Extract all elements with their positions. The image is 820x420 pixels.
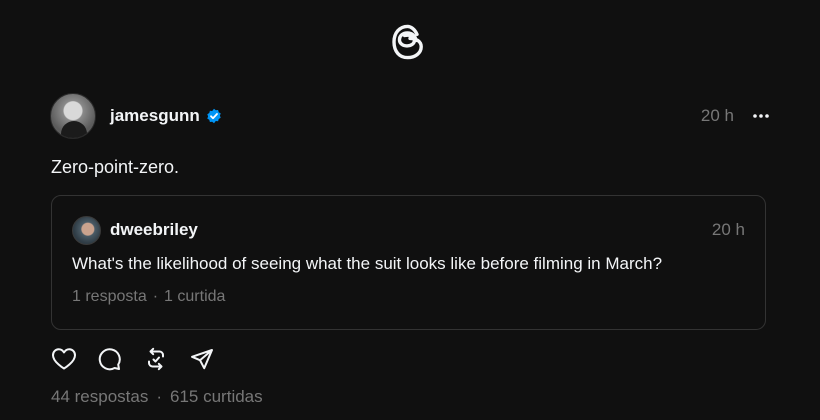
quoted-post-header: dweebriley 20 h: [72, 215, 745, 245]
send-icon[interactable]: [189, 346, 215, 372]
replies-count[interactable]: 44 respostas: [51, 387, 148, 407]
more-horizontal-icon[interactable]: [752, 113, 770, 119]
post-stats: 44 respostas · 615 curtidas: [51, 387, 263, 407]
post-header: jamesgunn 20 h: [50, 92, 770, 140]
verified-badge-icon: [206, 108, 222, 124]
stats-separator: ·: [156, 387, 163, 406]
quoted-post[interactable]: dweebriley 20 h What's the likelihood of…: [51, 195, 766, 330]
quoted-stats-separator: ·: [152, 288, 159, 305]
threads-post-page: jamesgunn 20 h Zero-point-zero. dweebril…: [0, 0, 820, 420]
avatar[interactable]: [50, 93, 96, 139]
likes-count[interactable]: 615 curtidas: [170, 387, 263, 407]
post-username[interactable]: jamesgunn: [110, 106, 200, 126]
quoted-stats: 1 resposta · 1 curtida: [72, 288, 225, 306]
post-actions: [51, 346, 215, 372]
post-time: 20 h: [700, 106, 734, 125]
heart-icon[interactable]: [51, 346, 77, 372]
quoted-text: What's the likelihood of seeing what the…: [72, 254, 663, 273]
post-text: Zero-point-zero.: [51, 157, 180, 177]
quoted-likes-count[interactable]: 1 curtida: [164, 288, 225, 306]
quoted-replies-count[interactable]: 1 resposta: [72, 288, 147, 306]
quoted-time: 20 h: [711, 220, 745, 239]
comment-icon[interactable]: [97, 346, 123, 372]
threads-logo-icon[interactable]: [388, 22, 428, 62]
post-header-right: 20 h: [701, 106, 770, 126]
repost-icon[interactable]: [143, 346, 169, 372]
quoted-avatar[interactable]: [72, 215, 101, 245]
quoted-username[interactable]: dweebriley: [110, 220, 198, 240]
